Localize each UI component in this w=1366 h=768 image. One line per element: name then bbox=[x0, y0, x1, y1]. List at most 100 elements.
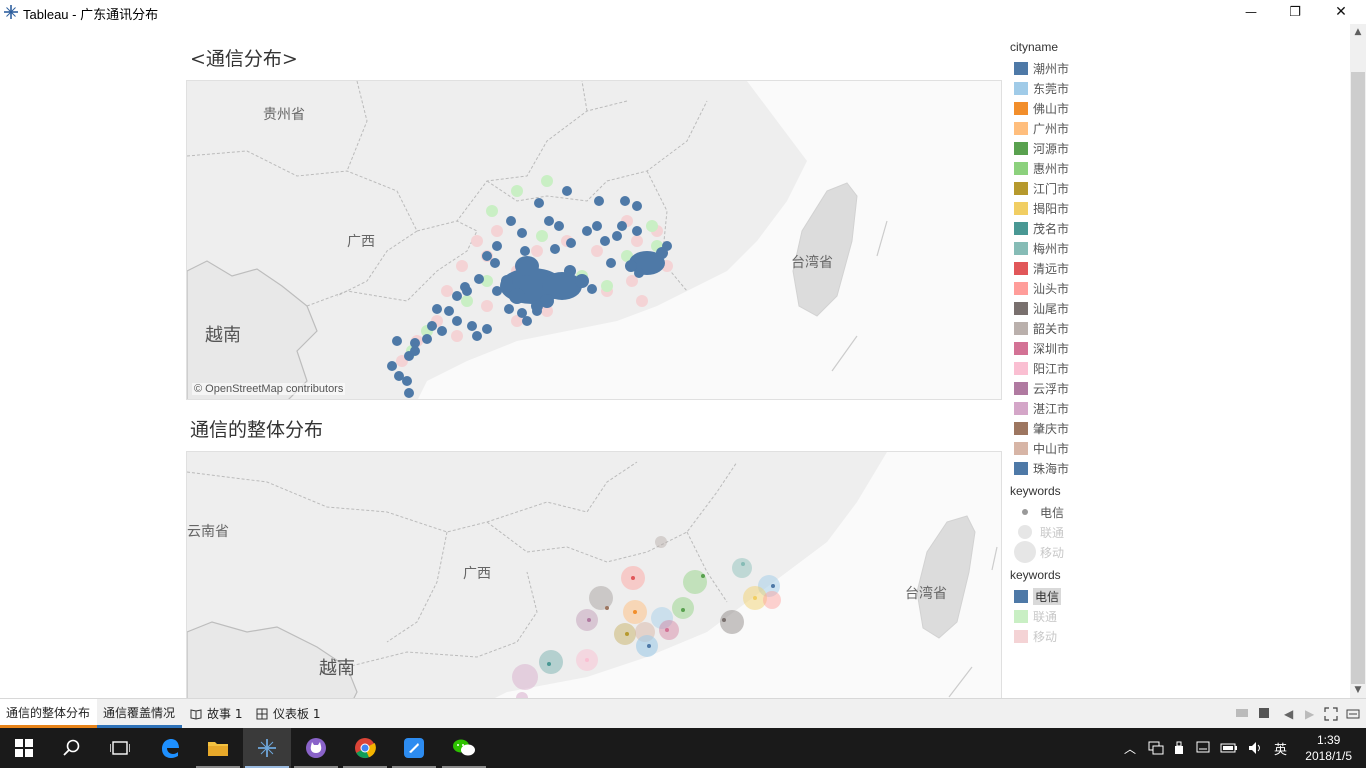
legend-item-city[interactable]: 佛山市 bbox=[1010, 98, 1110, 118]
legend-item-city[interactable]: 汕头市 bbox=[1010, 278, 1110, 298]
legend-swatch bbox=[1014, 121, 1028, 135]
taskbar-edge[interactable] bbox=[146, 728, 194, 768]
search-button[interactable] bbox=[48, 728, 96, 768]
legend-label: 潮州市 bbox=[1033, 61, 1070, 76]
tab-view-icon[interactable] bbox=[1258, 707, 1270, 719]
filmstrip-view-icon[interactable] bbox=[1236, 707, 1248, 719]
legend-item-keyword[interactable]: 移动 bbox=[1010, 626, 1110, 646]
map-communication-distribution[interactable]: 贵州省 广西 越南 台湾省 © OpenStreetMap contributo… bbox=[186, 80, 1002, 400]
legend-item-city[interactable]: 河源市 bbox=[1010, 138, 1110, 158]
clock-time: 1:39 bbox=[1316, 733, 1341, 747]
legend-item-city[interactable]: 广州市 bbox=[1010, 118, 1110, 138]
ime-indicator[interactable]: 英 bbox=[1274, 739, 1287, 758]
legend-item-city[interactable]: 清远市 bbox=[1010, 258, 1110, 278]
legend-item-city[interactable]: 湛江市 bbox=[1010, 398, 1110, 418]
legend-item-city[interactable]: 珠海市 bbox=[1010, 458, 1110, 478]
map1-label-guizhou: 贵州省 bbox=[263, 107, 305, 123]
legend-label: 梅州市 bbox=[1033, 241, 1070, 256]
dashboard-canvas: <通信分布> 贵州省 广西 越南 台湾省 © OpenStreetMap con… bbox=[0, 24, 1350, 698]
legend-item-city[interactable]: 云浮市 bbox=[1010, 378, 1110, 398]
presentation-mode-icon[interactable] bbox=[1324, 707, 1338, 721]
scrollbar-thumb[interactable] bbox=[1351, 72, 1365, 684]
legend-item-city[interactable]: 阳江市 bbox=[1010, 358, 1110, 378]
legend-size-title: keywords bbox=[1010, 484, 1061, 498]
legend-label: 珠海市 bbox=[1033, 461, 1070, 476]
legend-label: 揭阳市 bbox=[1033, 201, 1070, 216]
legend-swatch bbox=[1014, 161, 1028, 175]
legend-swatch bbox=[1014, 461, 1028, 475]
taskbar-app-blue[interactable] bbox=[390, 728, 438, 768]
legend-item-city[interactable]: 汕尾市 bbox=[1010, 298, 1110, 318]
taskbar-clock[interactable]: 1:39 2018/1/5 bbox=[1305, 732, 1352, 764]
tab-overall-distribution[interactable]: 通信的整体分布 bbox=[0, 699, 97, 728]
legend-item-city[interactable]: 中山市 bbox=[1010, 438, 1110, 458]
legend-item-city[interactable]: 揭阳市 bbox=[1010, 198, 1110, 218]
map1-canvas[interactable]: 贵州省 广西 越南 台湾省 bbox=[187, 81, 1002, 400]
taskbar-file-explorer[interactable] bbox=[194, 728, 242, 768]
legend-item-city[interactable]: 茂名市 bbox=[1010, 218, 1110, 238]
tab-prev-icon[interactable]: ◀ bbox=[1284, 707, 1293, 721]
paper-plane-app-icon bbox=[404, 738, 424, 758]
tab-story-1[interactable]: 故事 1 bbox=[184, 699, 250, 728]
legend-swatch bbox=[1014, 341, 1028, 355]
close-button[interactable]: ✕ bbox=[1318, 0, 1364, 24]
display-icon[interactable] bbox=[1196, 741, 1210, 755]
taskbar-wechat[interactable] bbox=[440, 728, 488, 768]
taskbar-app-cat[interactable] bbox=[292, 728, 340, 768]
tab-label: 通信的整体分布 bbox=[6, 705, 91, 720]
legend-item-size[interactable]: 电信 bbox=[1010, 502, 1110, 522]
usb-device-icon[interactable] bbox=[1172, 741, 1186, 755]
legend-swatch bbox=[1014, 101, 1028, 115]
legend-item-city[interactable]: 肇庆市 bbox=[1010, 418, 1110, 438]
start-button[interactable] bbox=[0, 728, 48, 768]
map1-attribution[interactable]: © OpenStreetMap contributors bbox=[192, 383, 346, 395]
legend-swatch bbox=[1014, 361, 1028, 375]
map2-canvas[interactable]: 云南省 广西 越南 台湾省 bbox=[187, 452, 1002, 698]
map-overall-distribution[interactable]: 云南省 广西 越南 台湾省 bbox=[186, 451, 1002, 698]
vertical-scrollbar[interactable]: ▲ ▼ bbox=[1350, 24, 1366, 698]
legend-item-keyword[interactable]: 联通 bbox=[1010, 606, 1110, 626]
taskbar-tableau[interactable] bbox=[243, 728, 291, 768]
legend-item-city[interactable]: 梅州市 bbox=[1010, 238, 1110, 258]
legend-item-city[interactable]: 东莞市 bbox=[1010, 78, 1110, 98]
battery-icon[interactable] bbox=[1220, 742, 1238, 754]
tray-chevron-up-icon[interactable]: ︿ bbox=[1124, 740, 1136, 757]
scroll-down-icon[interactable]: ▼ bbox=[1350, 682, 1366, 698]
scroll-up-icon[interactable]: ▲ bbox=[1350, 24, 1366, 40]
size-circle-icon bbox=[1010, 509, 1040, 515]
task-view-button[interactable] bbox=[96, 728, 144, 768]
tab-next-icon[interactable]: ▶ bbox=[1305, 707, 1314, 721]
legend-item-size[interactable]: 移动 bbox=[1010, 541, 1110, 563]
legend-label: 云浮市 bbox=[1033, 381, 1070, 396]
legend-label: 惠州市 bbox=[1033, 161, 1070, 176]
taskbar-chrome[interactable] bbox=[341, 728, 389, 768]
legend-swatch bbox=[1014, 629, 1028, 643]
fit-width-icon[interactable] bbox=[1346, 707, 1360, 721]
tab-coverage[interactable]: 通信覆盖情况 bbox=[97, 699, 182, 728]
restore-icon: ❐ bbox=[1289, 4, 1301, 20]
legend-label: 湛江市 bbox=[1033, 401, 1070, 416]
size-circle-icon bbox=[1010, 525, 1040, 539]
legend-item-city[interactable]: 江门市 bbox=[1010, 178, 1110, 198]
legend-item-city[interactable]: 潮州市 bbox=[1010, 58, 1110, 78]
network-icon[interactable] bbox=[1148, 741, 1164, 755]
legend-label: 电信 bbox=[1040, 505, 1065, 520]
legend-item-keyword[interactable]: 电信 bbox=[1010, 586, 1110, 606]
legend-item-city[interactable]: 惠州市 bbox=[1010, 158, 1110, 178]
legend-label: 联通 bbox=[1040, 525, 1065, 540]
legend-swatch bbox=[1014, 381, 1028, 395]
legend-swatch bbox=[1014, 261, 1028, 275]
legend-item-city[interactable]: 韶关市 bbox=[1010, 318, 1110, 338]
legend-label: 河源市 bbox=[1033, 141, 1070, 156]
tab-dashboard-1[interactable]: 仪表板 1 bbox=[250, 699, 330, 728]
minimize-button[interactable]: — bbox=[1228, 0, 1274, 24]
legend-swatch bbox=[1014, 221, 1028, 235]
maximize-button[interactable]: ❐ bbox=[1272, 0, 1318, 24]
sheet2-title: 通信的整体分布 bbox=[190, 419, 324, 441]
volume-icon[interactable] bbox=[1248, 741, 1264, 755]
legend-item-size[interactable]: 联通 bbox=[1010, 522, 1110, 542]
legend-swatch bbox=[1014, 609, 1028, 623]
legend-item-city[interactable]: 深圳市 bbox=[1010, 338, 1110, 358]
folder-icon bbox=[208, 742, 228, 756]
tab-label: 仪表板 1 bbox=[273, 707, 321, 721]
